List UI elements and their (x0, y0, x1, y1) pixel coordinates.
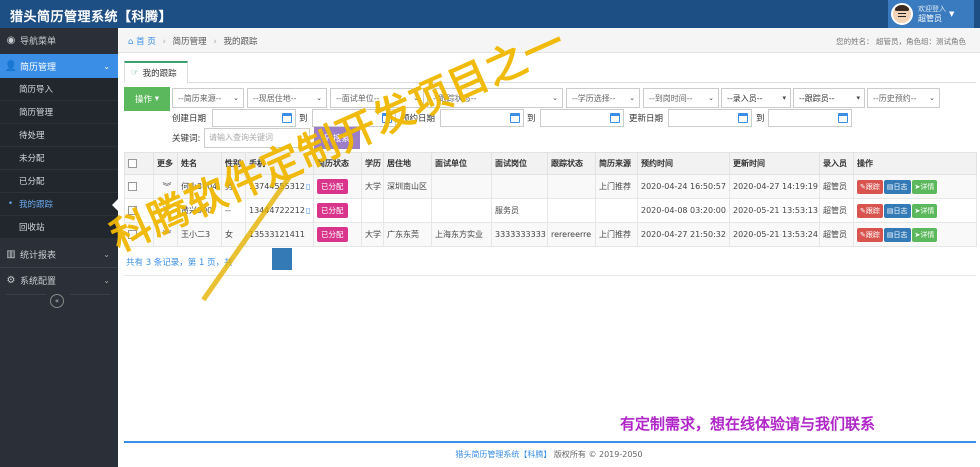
caret-down-icon[interactable]: ▼ (949, 10, 954, 18)
col-more: 更多 (153, 152, 178, 175)
updated-date-to[interactable] (768, 109, 852, 127)
user-menu[interactable]: 欢迎登入 超管员 ▼ (888, 0, 974, 28)
calendar-icon[interactable] (610, 113, 620, 123)
log-button[interactable]: ▤日志 (883, 203, 911, 218)
col-appt-time[interactable]: 预约时间 (637, 152, 730, 175)
sidebar-item-resume-mgmt[interactable]: 👤 简历管理 ⌄ (0, 54, 118, 78)
created-date-from[interactable] (212, 109, 296, 127)
sidebar-subitem-import[interactable]: 简历导入 (0, 78, 118, 101)
user-icon: 👤 (4, 60, 18, 72)
updated-date-label: 更新日期 (629, 114, 664, 124)
sidebar-subitem-pending[interactable]: 待处理 (0, 124, 118, 147)
pager-summary: 共有 3 条记录，第 1 页，共 (126, 258, 233, 268)
col-source[interactable]: 简历来源 (595, 152, 638, 175)
arrival-time-select[interactable]: --到岗时间-- ⌄ (643, 88, 719, 108)
col-track-status[interactable]: 跟踪状态 (547, 152, 596, 175)
breadcrumb: ⌂ 首 页 › 简历管理 › 我的跟踪 (128, 37, 258, 47)
sidebar: ◉ 导航菜单 👤 简历管理 ⌄ 简历导入 简历管理 待处理 未分配 已分配 我的… (0, 28, 118, 467)
col-updated-time[interactable]: 更新时间 (729, 152, 820, 175)
breadcrumb-level1[interactable]: 简历管理 (173, 37, 207, 47)
detail-button[interactable]: ➤详情 (911, 227, 938, 242)
chevron-down-icon: ⌄ (103, 275, 110, 285)
col-post[interactable]: 面试岗位 (491, 152, 548, 175)
track-button[interactable]: ✎跟踪 (857, 227, 883, 242)
calendar-icon[interactable] (738, 113, 748, 123)
status-badge: 已分配 (317, 179, 348, 194)
col-company[interactable]: 面试单位 (431, 152, 492, 175)
detail-button[interactable]: ➤详情 (911, 203, 938, 218)
footer-copyright: 版权所有 © 2019-2050 (553, 450, 643, 459)
sidebar-subitem-assigned[interactable]: 已分配 (0, 170, 118, 193)
chevron-down-icon: ⌄ (103, 249, 110, 259)
col-actions: 操作 (853, 152, 977, 175)
chevron-down-icon: ⌄ (233, 94, 239, 102)
appt-date-to[interactable] (540, 109, 624, 127)
avatar[interactable] (891, 3, 913, 25)
entry-user-select[interactable]: --录入员-- ▾ (721, 88, 791, 108)
location-select[interactable]: --现居住地-- ⌄ (247, 88, 327, 108)
caret-down-icon: ▾ (782, 94, 786, 102)
footer-system-link[interactable]: 猎头简历管理系统【科腾】 (455, 450, 551, 459)
col-entry-user[interactable]: 录入员 (819, 152, 854, 175)
chevron-down-icon: ⌄ (929, 94, 935, 102)
chevron-down-icon: ⌄ (103, 61, 110, 71)
caret-down-icon: ▾ (154, 94, 159, 104)
breadcrumb-home[interactable]: 首 页 (136, 37, 156, 47)
education-select[interactable]: --学历选择-- ⌄ (566, 88, 640, 108)
chevron-down-icon: ⌄ (708, 94, 714, 102)
gear-icon: ⚙ (6, 274, 16, 286)
sidebar-nav-menu[interactable]: ◉ 导航菜单 (0, 28, 118, 52)
track-button[interactable]: ✎跟踪 (857, 179, 883, 194)
chevron-down-icon: ⌄ (629, 94, 635, 102)
keyword-label: 关键词: (172, 134, 201, 144)
hand-point-icon: ☞ (131, 68, 139, 78)
tab-my-tracking[interactable]: ☞ 我的跟踪 (124, 61, 188, 84)
app-title: 猎头简历管理系统【科腾】 (10, 10, 173, 25)
calendar-icon[interactable] (282, 113, 292, 123)
log-button[interactable]: ▤日志 (883, 227, 911, 242)
updated-date-from[interactable] (668, 109, 752, 127)
promo-text: 有定制需求，想在线体验请与我们联系 (620, 415, 876, 433)
sidebar-item-config[interactable]: ⚙ 系统配置 ⌄ (0, 268, 118, 292)
dashboard-icon: ◉ (6, 34, 16, 46)
user-name: 超管员 (918, 14, 942, 23)
log-button[interactable]: ▤日志 (883, 179, 911, 194)
col-location[interactable]: 居住地 (383, 152, 432, 175)
history-appt-select[interactable]: --历史预约-- ⌄ (867, 88, 940, 108)
created-date-label: 创建日期 (172, 114, 207, 124)
top-bar: 猎头简历管理系统【科腾】 欢迎登入 超管员 ▼ (0, 0, 980, 28)
sidebar-subitem-resume-mgmt[interactable]: 简历管理 (0, 101, 118, 124)
source-select[interactable]: --简历来源-- ⌄ (172, 88, 244, 108)
chevron-down-icon: ⌄ (316, 94, 322, 102)
calendar-icon[interactable] (510, 113, 520, 123)
calendar-icon[interactable] (838, 113, 848, 123)
bar-chart-icon: ▥ (6, 248, 16, 260)
sidebar-subitem-unassigned[interactable]: 未分配 (0, 147, 118, 170)
caret-down-icon: ▾ (856, 94, 860, 102)
collapse-sidebar-icon[interactable]: « (50, 294, 64, 308)
role-info: 您的姓名： 超管员，角色组：测试角色 (836, 37, 966, 46)
home-icon[interactable]: ⌂ (128, 37, 133, 47)
welcome-text: 欢迎登入 (918, 5, 946, 13)
sidebar-subitem-recycle[interactable]: 回收站 (0, 216, 118, 239)
footer: 猎头简历管理系统【科腾】 版权所有 © 2019-2050 (0, 449, 980, 460)
chevron-down-icon: ⌄ (552, 94, 558, 102)
select-all-checkbox[interactable] (128, 159, 137, 168)
breadcrumb-level2: 我的跟踪 (223, 37, 258, 47)
tracker-select[interactable]: --跟踪员-- ▾ (793, 88, 865, 108)
operation-dropdown-button[interactable]: 操作 ▾ (124, 87, 170, 111)
col-education[interactable]: 学历 (361, 152, 384, 175)
sidebar-item-stats[interactable]: ▥ 统计报表 ⌄ (0, 242, 118, 266)
detail-button[interactable]: ➤详情 (911, 179, 938, 194)
track-button[interactable]: ✎跟踪 (857, 203, 883, 218)
row-checkbox[interactable] (128, 182, 137, 191)
